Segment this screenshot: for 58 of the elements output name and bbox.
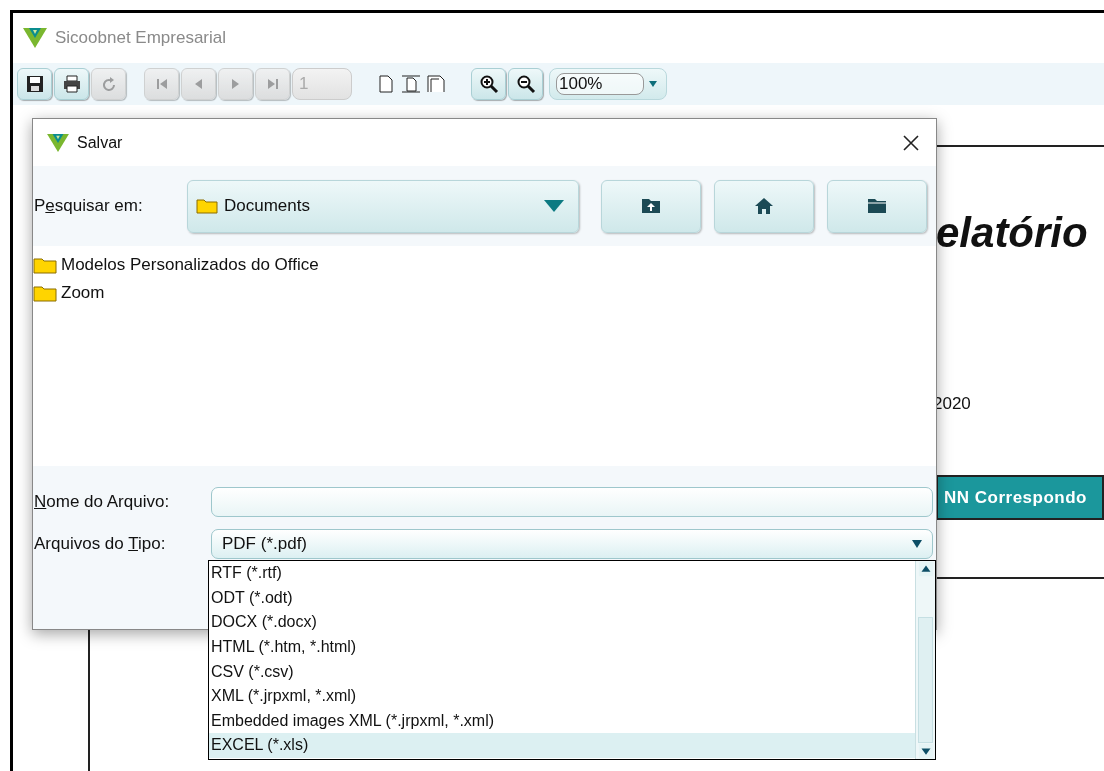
home-button[interactable] <box>714 179 814 233</box>
folder-icon <box>33 284 57 302</box>
file-type-option[interactable]: DOCX (*.docx) <box>209 610 915 635</box>
caret-icon <box>544 199 564 213</box>
caret-icon <box>912 540 922 548</box>
folder-up-icon <box>641 196 661 216</box>
printer-icon <box>61 74 82 94</box>
file-name-field[interactable] <box>211 487 933 517</box>
column-heading: NN Correspondo <box>944 486 1087 509</box>
page-icon[interactable] <box>376 74 396 94</box>
logo-icon <box>47 132 69 153</box>
next-icon <box>232 79 239 89</box>
zoom-value: 100% <box>556 73 644 95</box>
caret-icon <box>648 80 658 88</box>
first-icon <box>156 79 167 89</box>
folder-icon <box>33 256 57 274</box>
field-label: Nome do Arquivo: <box>34 491 171 514</box>
window-title: Sicoobnet Empresarial <box>55 27 227 50</box>
scrollbar[interactable] <box>915 561 935 759</box>
previous-icon <box>195 79 202 89</box>
logo-icon <box>23 27 47 49</box>
refresh-icon <box>102 77 115 91</box>
folder-icon <box>867 196 887 216</box>
dropdown-value: Documents <box>224 195 311 218</box>
folder-icon <box>196 198 218 214</box>
dialog-title: Salvar <box>77 132 124 153</box>
scroll-up-icon[interactable] <box>916 561 936 578</box>
field-label: Pesquisar em: <box>34 195 144 218</box>
file-type-option[interactable]: RTF (*.rtf) <box>209 561 915 586</box>
zoom-out-icon <box>515 74 536 94</box>
file-type-option[interactable]: XML (*.jrpxml, *.xml) <box>209 683 915 709</box>
home-icon <box>754 196 774 216</box>
file-type-option[interactable]: HTML (*.htm, *.html) <box>209 634 915 660</box>
zoom-in-icon <box>478 74 499 94</box>
look-in-dropdown[interactable]: Documents <box>187 179 579 233</box>
page-width-icon[interactable] <box>401 74 421 94</box>
last-icon <box>267 79 278 89</box>
file-type-option[interactable]: ODT (*.odt) <box>209 585 915 611</box>
zoom-in-button[interactable] <box>471 68 506 100</box>
folder-item[interactable]: Zoom <box>33 279 109 307</box>
save-button[interactable] <box>17 68 52 100</box>
full-page-icon[interactable] <box>426 74 446 94</box>
zoom-dropdown[interactable]: 100% <box>549 68 667 100</box>
scroll-down-icon[interactable] <box>916 742 936 759</box>
report-title: elatório <box>936 212 1088 254</box>
print-button[interactable] <box>54 68 89 100</box>
zoom-out-button[interactable] <box>508 68 543 100</box>
file-type-dropdown[interactable]: PDF (*.pdf) <box>211 529 933 559</box>
file-type-option[interactable]: CSV (*.csv) <box>209 659 915 684</box>
dropdown-value: PDF (*.pdf) <box>222 533 309 556</box>
file-type-option[interactable]: Embedded images XML (*.jrpxml, *.xml) <box>209 708 915 734</box>
scrollbar-thumb[interactable] <box>918 617 933 743</box>
new-folder-button[interactable] <box>827 179 927 233</box>
file-type-option[interactable]: EXCEL (*.xls) <box>209 733 915 758</box>
save-icon <box>24 74 45 94</box>
up-folder-button[interactable] <box>601 179 701 233</box>
folder-item[interactable]: Modelos Personalizados do Office <box>33 251 323 279</box>
field-label: Arquivos do Tipo: <box>34 533 167 556</box>
